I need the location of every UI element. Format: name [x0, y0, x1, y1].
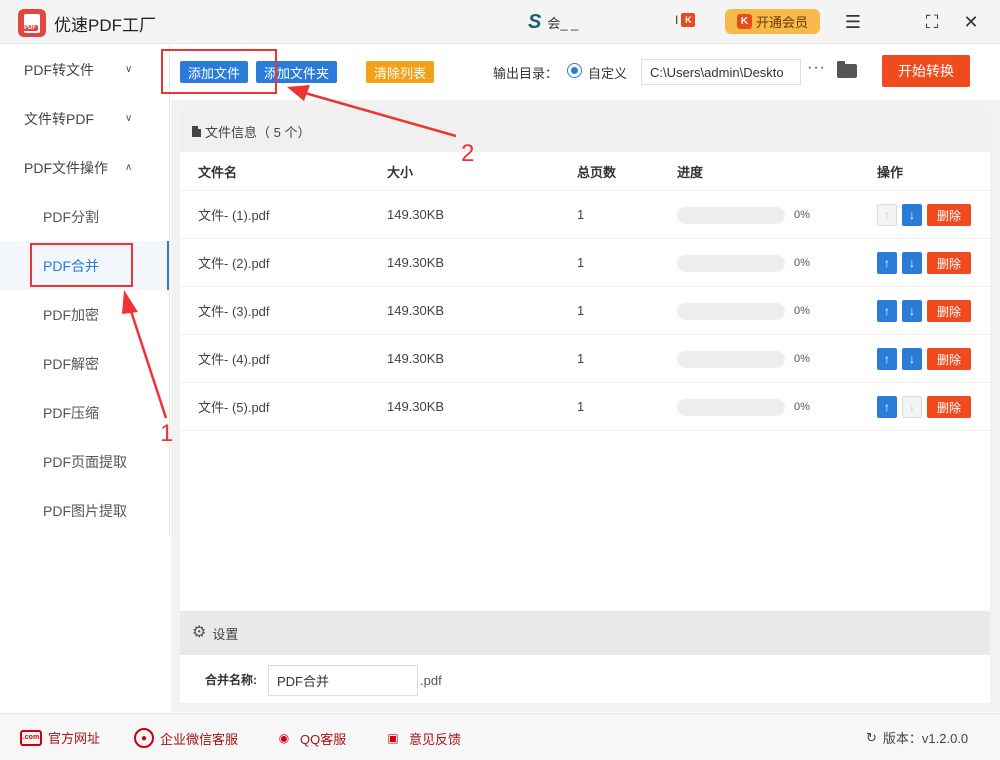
annotation-arrow-1: [128, 307, 168, 419]
wechat-support-link[interactable]: ● 企业微信客服: [134, 728, 238, 748]
arrow-head-2-icon: [287, 85, 310, 101]
website-icon: .com: [20, 729, 42, 746]
annotation-number-1: 1: [160, 420, 174, 447]
qq-support-link[interactable]: ◉ QQ客服: [274, 728, 346, 748]
refresh-icon[interactable]: ↻: [866, 730, 877, 746]
wechat-icon: ●: [134, 728, 154, 748]
wechat-label: 企业微信客服: [160, 731, 239, 747]
annotation-arrows: [122, 85, 457, 419]
feedback-label: 意见反馈: [409, 731, 462, 747]
feedback-icon: ▣: [387, 731, 399, 745]
arrow-head-1-icon: [122, 290, 138, 314]
annotation-arrow-2: [304, 91, 457, 138]
qq-icon: ◉: [278, 731, 290, 745]
annotation-number-2: 2: [461, 140, 475, 167]
feedback-link[interactable]: ▣ 意见反馈: [383, 728, 461, 748]
qq-label: QQ客服: [300, 731, 347, 747]
version-label: 版本：v1.2.0.0: [882, 731, 969, 746]
website-label: 官方网址: [48, 731, 101, 746]
version-info: ↻ 版本：v1.2.0.0: [866, 728, 968, 747]
footer: .com 官方网址 ● 企业微信客服 ◉ QQ客服 ▣ 意见反馈 ↻ 版本：v1…: [0, 713, 1000, 760]
website-link[interactable]: .com 官方网址: [20, 728, 100, 747]
